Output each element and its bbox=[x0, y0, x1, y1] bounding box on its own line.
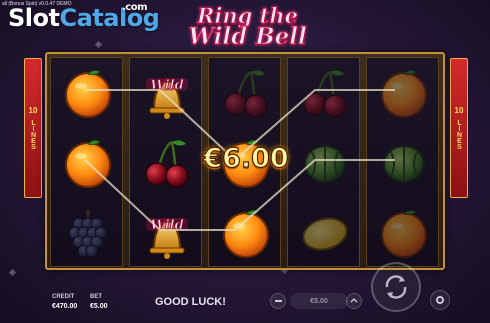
bet-value: €5.00 bbox=[90, 303, 108, 310]
chevron-up-icon bbox=[350, 298, 358, 303]
win-amount: €6.00 bbox=[203, 142, 290, 174]
bet-label: BET bbox=[90, 294, 102, 300]
status-message: GOOD LUCK! bbox=[155, 296, 226, 308]
autoplay-button[interactable] bbox=[430, 290, 450, 310]
credit-value: €470.00 bbox=[52, 303, 78, 310]
credit-label: CREDIT bbox=[52, 294, 75, 300]
bet-value-display: €5.00 bbox=[290, 293, 348, 309]
spin-button[interactable] bbox=[371, 262, 421, 312]
minus-icon bbox=[274, 300, 282, 302]
bet-increase-button[interactable] bbox=[346, 293, 362, 309]
bet-decrease-button[interactable] bbox=[270, 293, 286, 309]
spin-arrows-icon bbox=[385, 275, 407, 299]
target-icon bbox=[436, 296, 444, 304]
